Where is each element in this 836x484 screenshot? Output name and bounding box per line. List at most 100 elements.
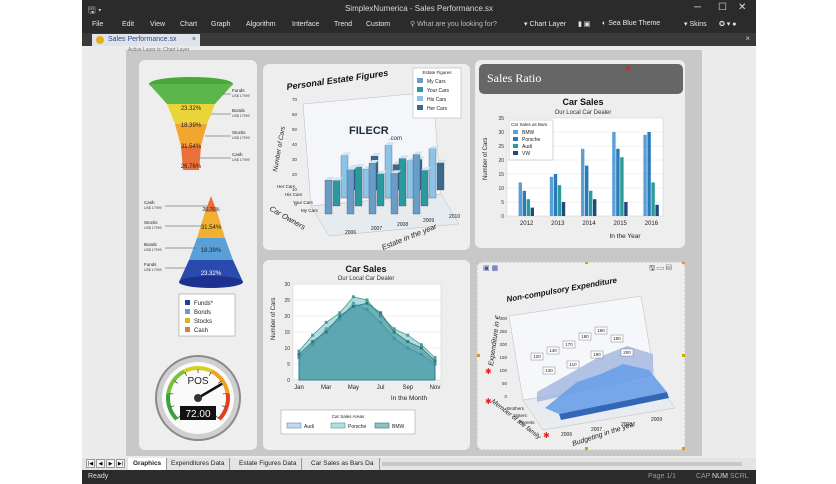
menu-view[interactable]: View (150, 21, 165, 28)
window-title: SimplexNumerica - Sales Performance.sx (344, 4, 494, 13)
skins-label: Skins (689, 21, 707, 28)
bar-xtick-4: 2016 (645, 221, 659, 227)
funnel-segment-funds (149, 84, 233, 104)
sheet-tab-expenditures[interactable]: Expenditures Data (166, 458, 231, 470)
menu-trend[interactable]: Trend (334, 21, 352, 28)
close-icon[interactable]: ✕ (738, 2, 746, 13)
bar-legend-swatch-3 (513, 151, 518, 155)
sheet-tab-graphics[interactable]: Graphics (128, 458, 168, 470)
area-xtick-4: Sep (402, 385, 413, 391)
search-box[interactable]: ⚲ What are you looking for? (410, 20, 497, 28)
bar-audi-2015 (620, 157, 624, 216)
chart-toolbar-icons-left[interactable]: ▣ ▦ (483, 265, 498, 272)
estate-ztick-0: Her Cars (277, 184, 296, 189)
menu-file[interactable]: File (92, 21, 103, 28)
tab-close-icon[interactable]: × (192, 36, 196, 43)
bar-porsche-2012 (522, 190, 526, 216)
status-scrl: SCRL (730, 473, 749, 480)
theme-selector[interactable]: ◐ Sea Blue Theme (602, 20, 660, 27)
pyramid-label-2: Bonds (144, 242, 158, 247)
pyramid-sublabel-1: US$ 17999 (144, 226, 162, 230)
panel-personal-estate[interactable]: Personal Estate Figures Number of Cars 0… (263, 64, 470, 252)
estate-legend-title: Estate Figures (422, 70, 452, 75)
funnel-value-0: 23.32% (181, 106, 202, 112)
bar-ytick-7: 35 (498, 116, 504, 122)
menu-algorithm[interactable]: Algorithm (246, 21, 276, 28)
estate-xtick-2: 2008 (397, 222, 408, 228)
funnel-value-2: 31.54% (181, 144, 202, 150)
chart-layer-dropdown[interactable]: ▾ Chart Layer (524, 20, 566, 28)
estate-legend-label-2: His Cars (427, 97, 447, 103)
expenditure-chart-svg: ▣ ▦ 🖫 ▭ ▤ Non-compulsory Expenditure 0 50… (476, 261, 686, 451)
first-sheet-button[interactable]: |◀ (86, 459, 95, 468)
area-point-bmw-Aug (392, 330, 396, 334)
pin-marker-2[interactable]: ✱ (485, 397, 492, 406)
panel-expenditure[interactable]: ▣ ▦ 🖫 ▭ ▤ Non-compulsory Expenditure 0 50… (476, 261, 686, 451)
exp-ytick-4: 200 (499, 342, 507, 347)
bar-legend-swatch-0 (513, 130, 518, 134)
area-point-bmw-Oct (419, 346, 423, 350)
pin-marker-1[interactable]: ✱ (485, 367, 492, 376)
exp-xtick-0: 2006 (561, 432, 572, 438)
pin-marker-3[interactable]: ✱ (543, 431, 550, 440)
gauge-label: POS (187, 376, 208, 387)
exp-value-7: 110 (569, 362, 577, 367)
estate-bar-1-0 (332, 180, 341, 207)
menu-graph[interactable]: Graph (211, 21, 230, 28)
funnel-sublabel-1: US$ 17999 (232, 114, 250, 118)
pyramid-base (179, 276, 243, 288)
gauge-hub (194, 394, 202, 402)
asset-legend-swatch-0 (185, 300, 190, 305)
next-sheet-button[interactable]: ▶ (106, 459, 115, 468)
horizontal-scrollbar[interactable] (382, 462, 742, 466)
document-tab[interactable]: Sales Performance.sx × (92, 34, 200, 46)
area-point-porsche-Oct (419, 343, 423, 347)
expenditure-title: Non-compulsory Expenditure (506, 276, 618, 304)
panel-funnel-pyramid-gauge[interactable]: 23.32% 18.39% 31.54% 26.76% Funds US$ 17… (139, 60, 257, 450)
panel-sales-ratio[interactable]: Sales Ratio ✱ Car Sales Our Local Car De… (475, 60, 685, 248)
estate-bar-0-3 (390, 173, 399, 215)
estate-ytick-3: 30 (292, 157, 298, 162)
layer-icon[interactable]: ▮ ▣ (578, 20, 590, 28)
estate-legend-label-0: My Cars (427, 79, 446, 85)
estate-legend-label-3: Her Cars (427, 106, 448, 112)
sheet-tab-car-sales-bars[interactable]: Car Sales as Bars Da (306, 458, 380, 470)
area-point-bmw-Feb (311, 340, 315, 344)
funnel-value-1: 18.39% (181, 123, 202, 129)
sheet-tab-estate[interactable]: Estate Figures Data (234, 458, 303, 470)
exp-value-9: 200 (623, 350, 631, 355)
exp-ytick-1: 50 (502, 381, 508, 386)
exp-value-2: 170 (565, 342, 573, 347)
estate-ztick-2: Your Cars (293, 200, 314, 205)
panel-car-sales-area[interactable]: Car Sales Our Local Car Dealer 0 5 10 15 20 2… (263, 260, 470, 450)
last-sheet-button[interactable]: ▶| (116, 459, 125, 468)
bar-legend-swatch-2 (513, 144, 518, 148)
area-chart-subtitle: Our Local Car Dealer (338, 276, 395, 282)
exp-ytick-0: 0 (504, 394, 507, 399)
bar-ytick-3: 15 (498, 172, 504, 178)
funnel-sublabel-3: US$ 17999 (232, 158, 250, 162)
close-document-icon[interactable]: × (745, 34, 750, 43)
bar-xtick-2: 2014 (582, 221, 596, 227)
estate-ztick-1: His Cars (285, 192, 303, 197)
menu-interface[interactable]: Interface (292, 21, 319, 28)
help-icon[interactable]: ✪ ▾ ● (719, 20, 737, 28)
area-ytick-5: 25 (284, 298, 290, 304)
menu-edit[interactable]: Edit (122, 21, 134, 28)
bar-legend-title: Car Sales as Bars (511, 122, 548, 127)
skins-dropdown[interactable]: ▾ Skins (684, 20, 707, 28)
asset-legend-label-3: Cash (194, 328, 208, 334)
maximize-icon[interactable]: ☐ (718, 2, 727, 13)
menu-custom[interactable]: Custom (366, 21, 390, 28)
estate-ytick-7: 70 (292, 97, 298, 102)
chart-toolbar-icons-right[interactable]: 🖫 ▭ ▤ (649, 264, 672, 272)
asset-legend-label-0: Funds* (194, 301, 214, 307)
area-legend-swatch-1 (330, 422, 346, 429)
minimize-icon[interactable]: ─ (694, 2, 701, 13)
estate-bar-0-1 (346, 169, 355, 215)
asset-legend-swatch-3 (185, 327, 190, 332)
prev-sheet-button[interactable]: ◀ (96, 459, 105, 468)
status-ready: Ready (88, 473, 109, 480)
graphics-canvas[interactable]: Active Layer is: Chart Layer 23.32% 18.3… (126, 47, 702, 456)
menu-chart[interactable]: Chart (180, 21, 197, 28)
